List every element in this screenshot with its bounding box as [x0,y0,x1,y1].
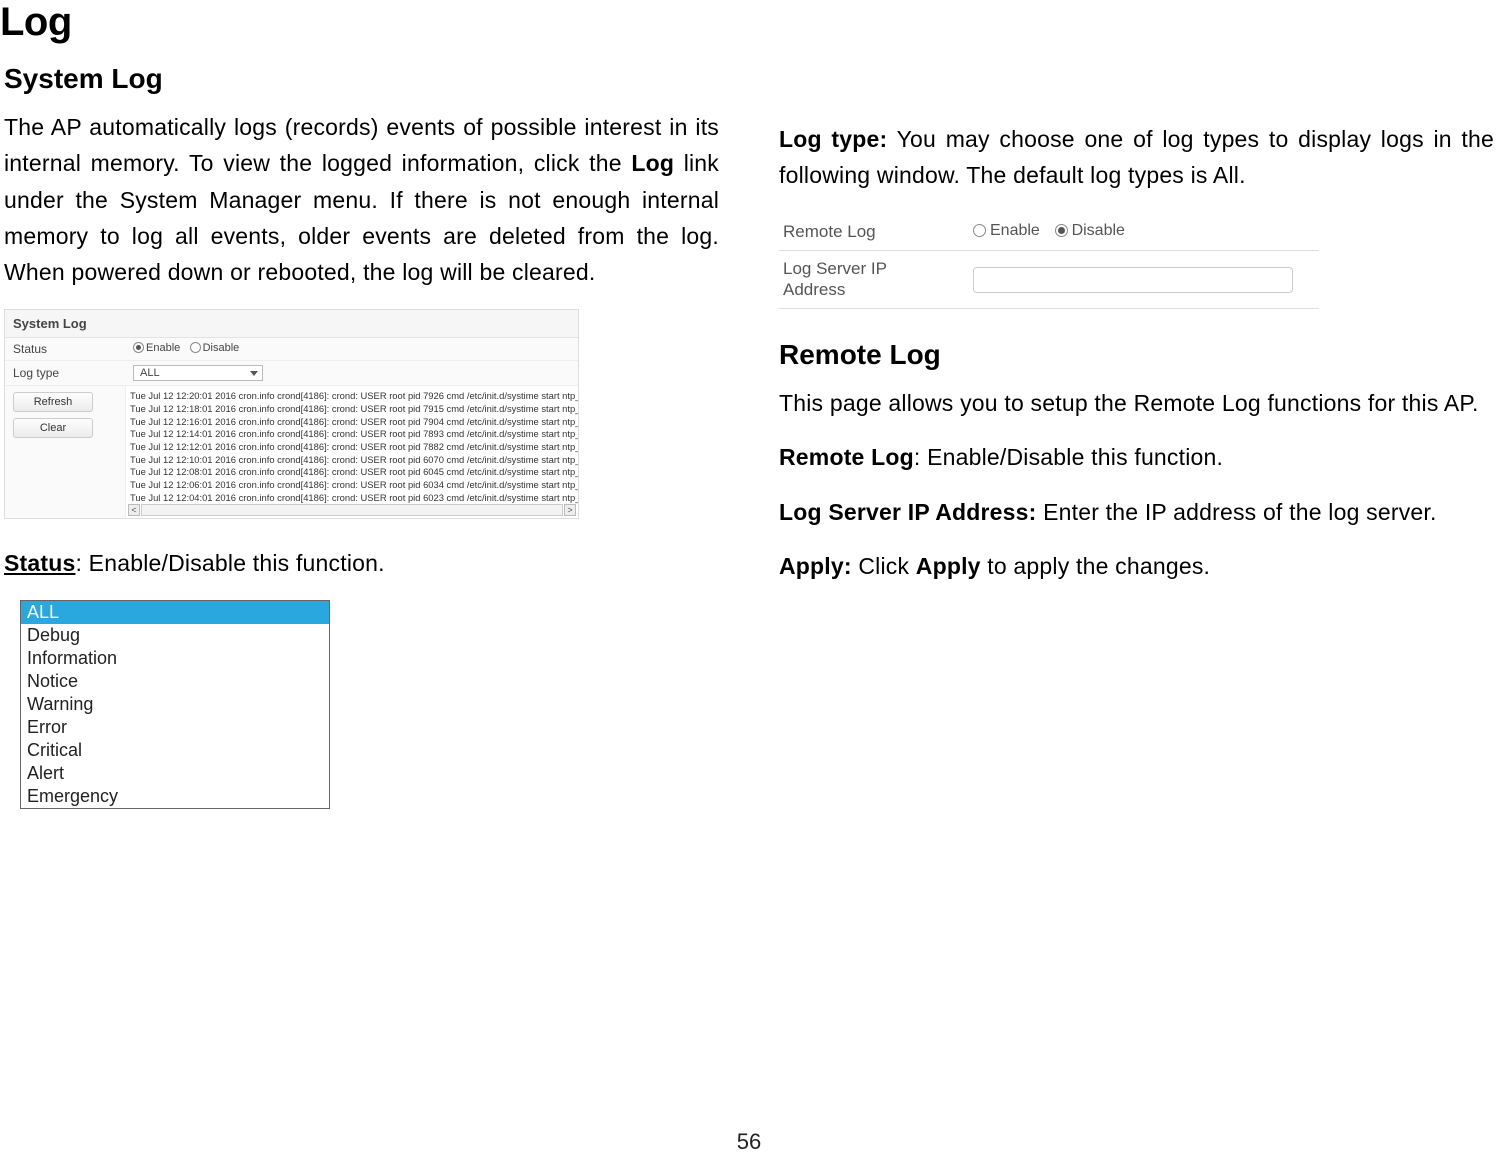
logserver-label: Log Server IP Address [783,259,973,300]
dropdown-item-critical[interactable]: Critical [21,739,329,762]
intro-bold-log: Log [631,150,674,176]
log-line: Tue Jul 12 12:10:01 2016 cron.info crond… [126,454,578,467]
radio-icon [973,224,986,237]
disable-text: Disable [203,342,240,354]
logtype-bold: Log type: [779,126,887,152]
logserver-label-line1: Log Server IP [783,259,887,278]
apply-bold: Apply: [779,553,852,579]
scroll-left-icon[interactable]: < [128,504,140,516]
enable-text: Enable [146,342,180,354]
disable-text: Disable [1072,222,1125,240]
remote-log-heading: Remote Log [779,339,1494,371]
log-line: Tue Jul 12 12:04:01 2016 cron.info crond… [126,492,578,505]
page-title: Log [0,0,1498,45]
logserver-ip-input[interactable] [973,267,1293,293]
logtype-label: Log type [13,366,133,380]
horizontal-scrollbar[interactable]: < > [126,504,578,518]
logtype-dropdown-expanded[interactable]: ALL Debug Information Notice Warning Err… [20,600,330,809]
scroll-track[interactable] [141,504,563,516]
logserverip-text: Enter the IP address of the log server. [1037,499,1437,525]
remotelog-bold: Remote Log [779,444,914,470]
intro-text-1: The AP automatically logs (records) even… [4,114,719,176]
status-enable-radio[interactable]: Enable [133,342,180,354]
remotelog-disable-radio[interactable]: Disable [1055,222,1125,240]
logtype-description: Log type: You may choose one of log type… [779,121,1494,194]
status-bold: Status [4,550,76,576]
remotelog-label: Remote Log [783,222,973,242]
remotelog-enable-radio[interactable]: Enable [973,222,1040,240]
dropdown-item-emergency[interactable]: Emergency [21,785,329,808]
logserverip-bold: Log Server IP Address: [779,499,1037,525]
page-number: 56 [737,1129,761,1155]
system-log-heading: System Log [4,63,719,95]
remote-log-intro: This page allows you to setup the Remote… [779,385,1494,421]
logserver-label-line2: Address [783,280,845,299]
log-line: Tue Jul 12 12:12:01 2016 cron.info crond… [126,441,578,454]
radio-icon [190,342,201,353]
log-line: Tue Jul 12 12:06:01 2016 cron.info crond… [126,479,578,492]
enable-text: Enable [990,222,1040,240]
remote-log-row3: Apply: Click Apply to apply the changes. [779,548,1494,584]
logtype-select[interactable]: ALL [133,365,263,381]
dropdown-item-information[interactable]: Information [21,647,329,670]
refresh-button[interactable]: Refresh [13,392,93,412]
dropdown-item-all[interactable]: ALL [21,601,329,624]
remote-log-row1: Remote Log: Enable/Disable this function… [779,439,1494,475]
log-line: Tue Jul 12 12:18:01 2016 cron.info crond… [126,403,578,416]
system-log-intro: The AP automatically logs (records) even… [4,109,719,291]
status-label: Status [13,342,133,356]
log-line: Tue Jul 12 12:08:01 2016 cron.info crond… [126,466,578,479]
scroll-right-icon[interactable]: > [564,504,576,516]
remote-log-screenshot: Remote Log Enable Disable Log Server IP … [779,214,1319,309]
radio-icon [1055,224,1068,237]
syslog-panel-title: System Log [5,310,578,338]
dropdown-item-debug[interactable]: Debug [21,624,329,647]
dropdown-item-warning[interactable]: Warning [21,693,329,716]
dropdown-item-error[interactable]: Error [21,716,329,739]
radio-icon [133,342,144,353]
apply-text2: to apply the changes. [981,553,1210,579]
system-log-screenshot: System Log Status Enable Disable Log typ… [4,309,579,520]
dropdown-item-notice[interactable]: Notice [21,670,329,693]
apply-text1: Click [852,553,916,579]
remotelog-text: : Enable/Disable this function. [914,444,1223,470]
logtype-text: You may choose one of log types to displ… [779,126,1494,188]
remote-log-row2: Log Server IP Address: Enter the IP addr… [779,494,1494,530]
log-line: Tue Jul 12 12:20:01 2016 cron.info crond… [126,390,578,403]
status-description: Status: Enable/Disable this function. [4,545,719,581]
log-output-area: Tue Jul 12 12:20:01 2016 cron.info crond… [125,386,578,518]
logtype-value: ALL [140,367,160,379]
apply-bold2: Apply [916,553,981,579]
status-text: : Enable/Disable this function. [76,550,385,576]
dropdown-item-alert[interactable]: Alert [21,762,329,785]
log-line: Tue Jul 12 12:14:01 2016 cron.info crond… [126,428,578,441]
clear-button[interactable]: Clear [13,418,93,438]
status-disable-radio[interactable]: Disable [190,342,240,354]
log-line: Tue Jul 12 12:16:01 2016 cron.info crond… [126,416,578,429]
